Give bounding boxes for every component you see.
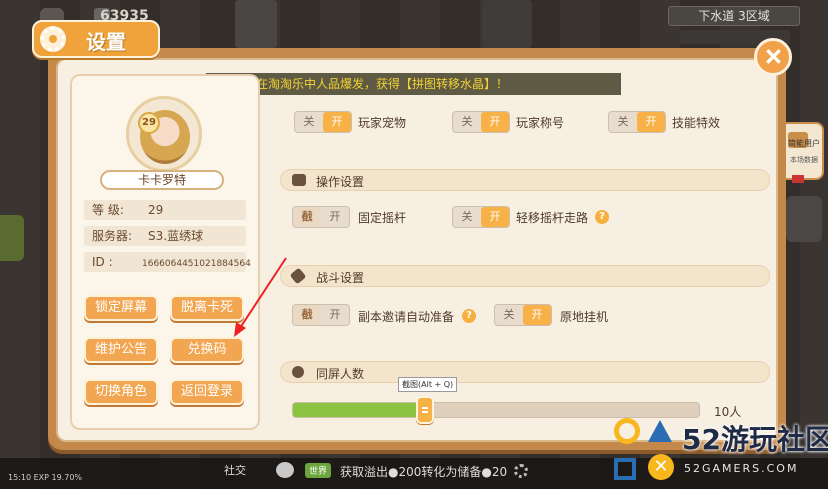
cross-logo-icon: ✕ xyxy=(648,454,674,480)
clock: 15:10 xyxy=(8,473,32,482)
channel-badge: 世界 xyxy=(305,463,332,478)
pet-icon[interactable] xyxy=(276,462,294,478)
annotation-arrow xyxy=(234,257,287,337)
exp-label: EXP 19.70% xyxy=(33,473,83,482)
square-logo-icon xyxy=(614,458,636,480)
watermark-text: 52游玩社区 xyxy=(682,423,828,456)
triangle-logo-icon xyxy=(648,420,672,442)
gear-icon[interactable] xyxy=(514,464,528,478)
social-tab[interactable]: 社交 xyxy=(224,462,246,478)
chat-message: 获取溢出●200转化为储备●20 xyxy=(340,465,508,479)
watermark-subtext: 52GAMERS.COM xyxy=(684,462,799,475)
status-info: 15:10 EXP 19.70% xyxy=(8,473,82,482)
circle-logo-icon xyxy=(614,418,640,444)
